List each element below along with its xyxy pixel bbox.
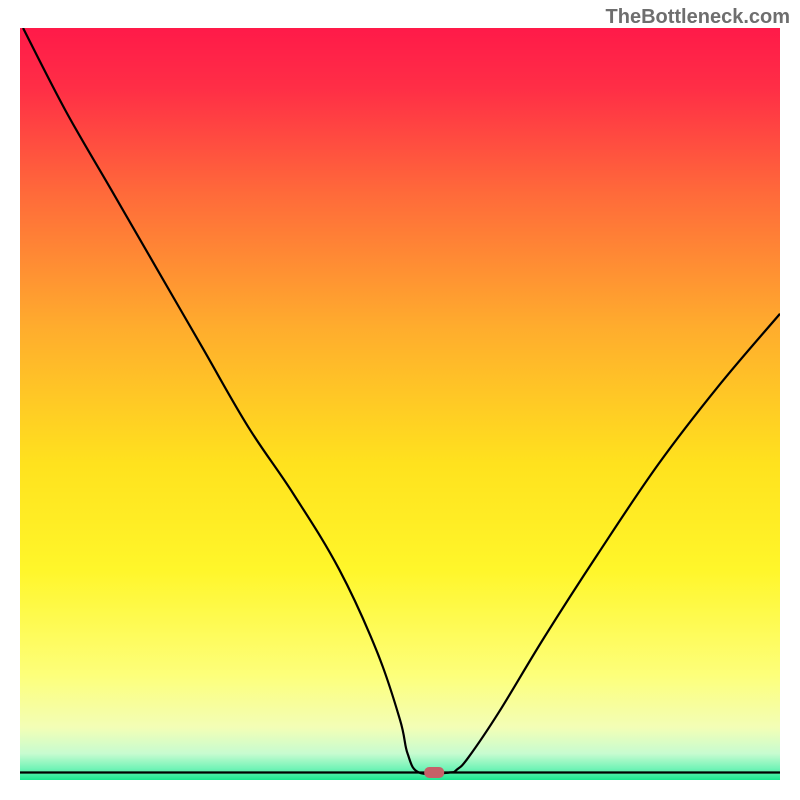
watermark-text: TheBottleneck.com	[606, 6, 790, 29]
chart-svg	[20, 28, 780, 780]
plot-area	[20, 28, 780, 780]
chart-container: TheBottleneck.com	[0, 0, 800, 800]
gradient-background	[20, 28, 780, 780]
valley-marker	[424, 767, 444, 778]
